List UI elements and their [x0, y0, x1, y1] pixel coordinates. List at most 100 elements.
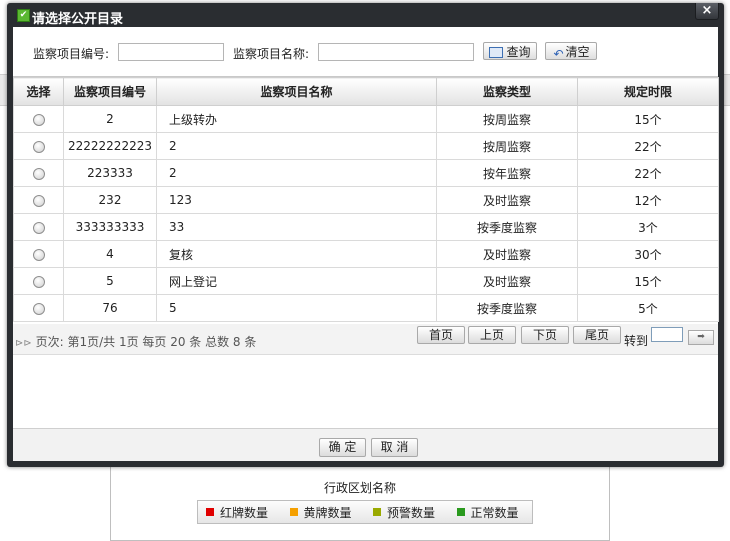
cancel-button[interactable]: 取 消 [371, 438, 418, 457]
warning-swatch-icon [373, 508, 381, 516]
row-limit: 5个 [577, 294, 719, 322]
table-row[interactable]: 76 5 按季度监察 5个 [13, 294, 719, 322]
row-limit: 15个 [577, 105, 719, 133]
row-code: 223333 [63, 159, 157, 187]
row-limit: 15个 [577, 267, 719, 295]
prev-page-button[interactable]: 上页 [468, 326, 516, 344]
table-row[interactable]: 5 网上登记 及时监察 15个 [13, 267, 719, 295]
code-input[interactable] [118, 43, 224, 61]
row-radio[interactable] [32, 221, 45, 234]
row-radio[interactable] [32, 113, 45, 126]
normal-swatch-icon [456, 508, 465, 516]
row-select-cell [13, 213, 64, 241]
table-header-row: 选择 监察项目编号 监察项目名称 监察类型 规定时限 [13, 77, 719, 106]
legend-item-red: 红牌数量 [198, 504, 282, 521]
pager-info: ⊳⊳ 页次: 第1页/共 1页 每页 20 条 总数 8 条 [15, 335, 257, 349]
table-row[interactable]: 4 复核 及时监察 30个 [13, 240, 719, 268]
next-page-button[interactable]: 下页 [521, 326, 569, 344]
row-limit: 22个 [577, 132, 719, 160]
clear-button[interactable]: ↶ 清空 [545, 42, 597, 60]
row-select-cell [13, 159, 64, 187]
name-label: 监察项目名称: [233, 47, 310, 61]
close-button[interactable]: × [695, 3, 719, 20]
row-type: 按周监察 [436, 105, 578, 133]
legend-item-yellow: 黄牌数量 [282, 504, 366, 521]
checkbox-icon: ✔ [17, 9, 30, 22]
row-limit: 12个 [577, 186, 719, 214]
search-bar: 监察项目编号: 监察项目名称: 查询 ↶ 清空 [13, 27, 718, 77]
row-code: 22222222223 [63, 132, 157, 160]
goto-label: 转到 [624, 334, 649, 348]
last-page-button[interactable]: 尾页 [573, 326, 621, 344]
row-select-cell [13, 240, 64, 268]
first-page-button[interactable]: 首页 [417, 326, 465, 344]
search-icon [489, 47, 504, 58]
row-radio[interactable] [32, 194, 45, 207]
row-select-cell [13, 105, 64, 133]
row-type: 按周监察 [436, 132, 578, 160]
row-select-cell [13, 186, 64, 214]
dialog-title: 请选择公开目录 [32, 12, 124, 27]
row-type: 及时监察 [436, 240, 578, 268]
row-radio[interactable] [32, 248, 45, 261]
code-label: 监察项目编号: [33, 47, 110, 61]
row-type: 按季度监察 [436, 213, 578, 241]
row-name: 上级转办 [156, 105, 437, 133]
row-code: 2 [63, 105, 157, 133]
row-name: 33 [156, 213, 437, 241]
dialog-body: 监察项目编号: 监察项目名称: 查询 ↶ 清空 选择 监察项目编号 监察项目名称 … [13, 27, 719, 461]
header-select: 选择 [13, 77, 64, 106]
row-code: 5 [63, 267, 157, 295]
row-select-cell [13, 267, 64, 295]
row-code: 232 [63, 186, 157, 214]
red-swatch-icon [206, 508, 214, 516]
table-row[interactable]: 22222222223 2 按周监察 22个 [13, 132, 719, 160]
row-select-cell [13, 132, 64, 160]
dialog-footer: 确 定 取 消 [13, 428, 718, 461]
row-type: 按季度监察 [436, 294, 578, 322]
row-name: 123 [156, 186, 437, 214]
table-row[interactable]: 223333 2 按年监察 22个 [13, 159, 719, 187]
dialog-titlebar[interactable]: ✔ 请选择公开目录 [7, 3, 724, 27]
header-type: 监察类型 [436, 77, 578, 106]
table-row[interactable]: 232 123 及时监察 12个 [13, 186, 719, 214]
row-name: 2 [156, 159, 437, 187]
background-panel: 行政区划名称 红牌数量 黄牌数量 预警数量 正常数量 [110, 466, 610, 541]
row-code: 76 [63, 294, 157, 322]
row-name: 复核 [156, 240, 437, 268]
undo-arrow-icon: ↶ [553, 47, 564, 61]
header-limit: 规定时限 [577, 77, 719, 106]
row-name: 网上登记 [156, 267, 437, 295]
row-code: 4 [63, 240, 157, 268]
table-row[interactable]: 333333333 33 按季度监察 3个 [13, 213, 719, 241]
row-radio[interactable] [32, 140, 45, 153]
row-radio[interactable] [32, 275, 45, 288]
region-title: 行政区划名称 [323, 481, 396, 495]
row-limit: 30个 [577, 240, 719, 268]
yellow-swatch-icon [289, 508, 298, 516]
goto-page-input[interactable] [651, 327, 683, 342]
legend: 红牌数量 黄牌数量 预警数量 正常数量 [197, 500, 533, 524]
row-name: 5 [156, 294, 437, 322]
double-arrow-icon: ⊳⊳ [15, 338, 32, 349]
row-limit: 22个 [577, 159, 719, 187]
legend-item-normal: 正常数量 [449, 504, 533, 521]
row-radio[interactable] [32, 167, 45, 180]
row-code: 333333333 [63, 213, 157, 241]
row-name: 2 [156, 132, 437, 160]
row-limit: 3个 [577, 213, 719, 241]
row-select-cell [13, 294, 64, 322]
ok-button[interactable]: 确 定 [319, 438, 366, 457]
query-button[interactable]: 查询 [483, 42, 537, 60]
legend-item-warning: 预警数量 [365, 504, 449, 521]
row-type: 按年监察 [436, 159, 578, 187]
go-arrow-icon[interactable]: ➡ [688, 330, 714, 345]
row-radio[interactable] [32, 302, 45, 315]
table-row[interactable]: 2 上级转办 按周监察 15个 [13, 105, 719, 133]
header-name: 监察项目名称 [156, 77, 437, 106]
row-type: 及时监察 [436, 186, 578, 214]
header-code: 监察项目编号 [63, 77, 157, 106]
pager: ⊳⊳ 页次: 第1页/共 1页 每页 20 条 总数 8 条 首页 上页 下页 … [13, 324, 718, 355]
row-type: 及时监察 [436, 267, 578, 295]
name-input[interactable] [318, 43, 474, 61]
